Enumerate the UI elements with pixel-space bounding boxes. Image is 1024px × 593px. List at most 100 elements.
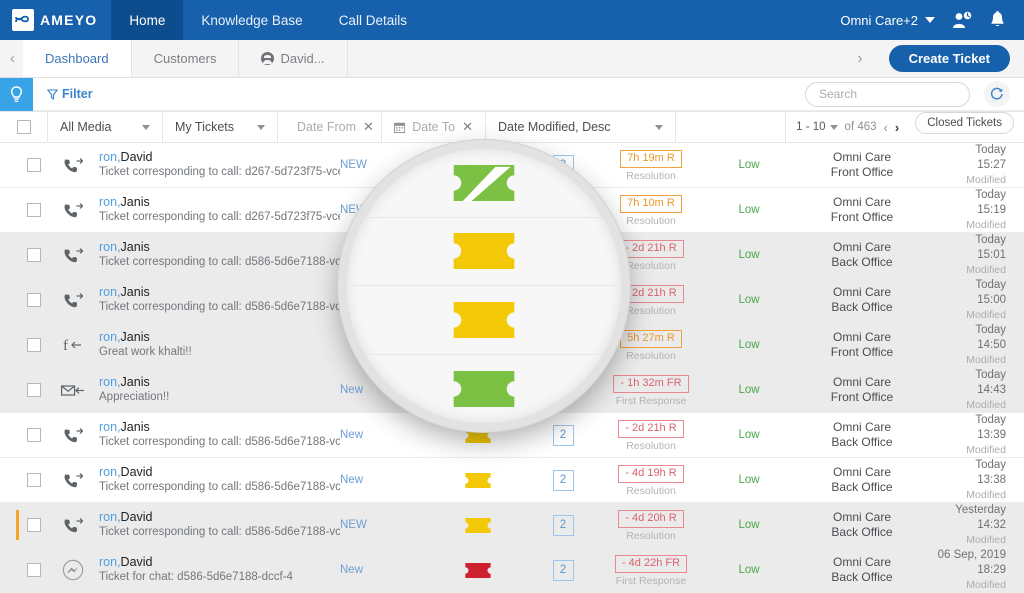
row-checkbox[interactable] xyxy=(27,383,41,397)
table-row[interactable]: ron,David Ticket corresponding to call: … xyxy=(0,503,1024,548)
call-inbound-icon xyxy=(63,202,83,219)
row-priority: Low xyxy=(706,384,792,396)
table-row[interactable]: ron,David Ticket for chat: d586-5d6e7188… xyxy=(0,548,1024,593)
tab-dashboard-label: Dashboard xyxy=(45,51,109,66)
row-checkbox[interactable] xyxy=(27,518,41,532)
row-checkbox[interactable] xyxy=(27,338,41,352)
date-from-clear-icon[interactable]: ✕ xyxy=(363,119,374,135)
row-priority: Low xyxy=(706,564,792,576)
chevron-down-icon xyxy=(830,125,838,130)
row-status-label: NEW xyxy=(340,519,426,531)
lightbulb-icon[interactable] xyxy=(0,78,33,111)
row-media-icon xyxy=(49,247,97,264)
row-select-cell xyxy=(19,293,49,307)
notification-bell-icon[interactable] xyxy=(989,11,1006,29)
row-count-badge[interactable]: 2 xyxy=(553,560,574,581)
row-customer-name: ron,David xyxy=(99,555,340,570)
row-summary[interactable]: ron,David Ticket for chat: d586-5d6e7188… xyxy=(97,555,340,585)
nav-item-call-details[interactable]: Call Details xyxy=(321,0,425,40)
row-select-cell xyxy=(19,248,49,262)
ticket-status-icon xyxy=(453,371,515,407)
row-ticket-icon-cell[interactable] xyxy=(426,518,530,533)
row-media-icon xyxy=(49,427,97,444)
row-summary[interactable]: ron,Janis Ticket corresponding to call: … xyxy=(97,420,340,450)
select-all-checkbox[interactable] xyxy=(17,120,31,134)
row-checkbox[interactable] xyxy=(27,203,41,217)
row-ticket-icon-cell[interactable] xyxy=(426,473,530,488)
row-checkbox[interactable] xyxy=(27,563,41,577)
facebook-inbound-icon: f xyxy=(63,337,83,353)
row-count-badge[interactable]: 2 xyxy=(553,425,574,446)
table-row[interactable]: ron,David Ticket corresponding to call: … xyxy=(0,458,1024,503)
ticket-status-icon xyxy=(453,165,515,201)
media-filter-dropdown[interactable]: All Media xyxy=(48,112,163,142)
row-count-badge[interactable]: 2 xyxy=(553,515,574,536)
row-checkbox[interactable] xyxy=(27,248,41,262)
row-count-badge[interactable]: 2 xyxy=(553,470,574,491)
account-menu[interactable]: Omni Care+2 xyxy=(840,13,935,28)
row-select-cell xyxy=(19,428,49,442)
date-to-clear-icon[interactable]: ✕ xyxy=(462,119,473,135)
row-checkbox[interactable] xyxy=(27,473,41,487)
row-sla-cell: - 2d 21h R Resolution xyxy=(596,418,706,452)
row-summary[interactable]: ron,Janis Appreciation!! xyxy=(97,375,340,405)
row-priority: Low xyxy=(706,519,792,531)
row-timestamp: Today15:01Modified xyxy=(932,233,1024,278)
tab-bar: ‹ Dashboard Customers David... › Create … xyxy=(0,40,1024,78)
row-summary[interactable]: ron,Janis Great work khalti!! xyxy=(97,330,340,360)
row-checkbox[interactable] xyxy=(27,158,41,172)
next-page-button[interactable]: › xyxy=(895,120,899,135)
closed-tickets-button[interactable]: Closed Tickets xyxy=(915,112,1014,134)
nav-item-home[interactable]: Home xyxy=(111,0,183,40)
row-queue: Omni CareFront Office xyxy=(792,375,932,405)
row-summary[interactable]: ron,David Ticket corresponding to call: … xyxy=(97,510,340,540)
nav-item-knowledge-base[interactable]: Knowledge Base xyxy=(183,0,320,40)
date-from-field[interactable]: Date From ✕ xyxy=(278,112,382,142)
page-size-dropdown[interactable]: 1 - 10 xyxy=(796,121,837,133)
row-summary[interactable]: ron,Janis Ticket corresponding to call: … xyxy=(97,285,340,315)
row-priority: Low xyxy=(706,339,792,351)
create-ticket-button[interactable]: Create Ticket xyxy=(889,45,1010,72)
row-select-cell xyxy=(19,338,49,352)
magnified-ticket-row xyxy=(347,218,621,287)
row-count-cell: 2 xyxy=(530,470,596,491)
filter-button[interactable]: Filter xyxy=(47,87,93,101)
tab-david-label: David... xyxy=(280,51,324,66)
row-ticket-icon-cell[interactable] xyxy=(426,563,530,578)
control-bar-spacer xyxy=(676,112,786,142)
prev-page-button[interactable]: ‹ xyxy=(884,120,888,135)
svg-text:f: f xyxy=(63,338,68,353)
row-select-cell xyxy=(19,158,49,172)
tab-david[interactable]: David... xyxy=(239,40,347,77)
top-navigation-bar: AMEYO Home Knowledge Base Call Details O… xyxy=(0,0,1024,40)
tab-scroll-right-button[interactable]: › xyxy=(845,50,874,68)
tab-customers[interactable]: Customers xyxy=(132,40,240,77)
ownership-filter-dropdown[interactable]: My Tickets xyxy=(163,112,278,142)
row-customer-name: ron,Janis xyxy=(99,375,340,390)
row-sla-type: Resolution xyxy=(596,530,706,542)
refresh-icon[interactable] xyxy=(984,81,1010,107)
row-summary[interactable]: ron,David Ticket corresponding to call: … xyxy=(97,150,340,180)
row-timestamp: Today13:39Modified xyxy=(932,413,1024,458)
row-checkbox[interactable] xyxy=(27,293,41,307)
pagination: 1 - 10 of 463 ‹ › xyxy=(786,112,909,142)
row-count-cell: 2 xyxy=(530,515,596,536)
row-customer-name: ron,David xyxy=(99,510,340,525)
row-summary[interactable]: ron,Janis Ticket corresponding to call: … xyxy=(97,240,340,270)
page-range-label: 1 - 10 xyxy=(796,121,825,133)
search-box[interactable] xyxy=(805,82,970,107)
row-description: Ticket corresponding to call: d586-5d6e7… xyxy=(99,255,340,270)
search-input[interactable] xyxy=(819,87,974,101)
tab-scroll-left-button[interactable]: ‹ xyxy=(0,40,23,77)
row-checkbox[interactable] xyxy=(27,428,41,442)
chat-messenger-icon xyxy=(62,559,84,581)
row-summary[interactable]: ron,Janis Ticket corresponding to call: … xyxy=(97,195,340,225)
date-to-field[interactable]: Date To ✕ xyxy=(382,112,486,142)
row-media-icon xyxy=(49,292,97,309)
chevron-down-icon xyxy=(925,17,935,23)
tab-dashboard[interactable]: Dashboard xyxy=(23,40,132,77)
agent-status-icon[interactable] xyxy=(951,11,973,29)
sort-dropdown[interactable]: Date Modified, Desc xyxy=(486,112,676,142)
row-sla-type: First Response xyxy=(596,395,706,407)
row-summary[interactable]: ron,David Ticket corresponding to call: … xyxy=(97,465,340,495)
